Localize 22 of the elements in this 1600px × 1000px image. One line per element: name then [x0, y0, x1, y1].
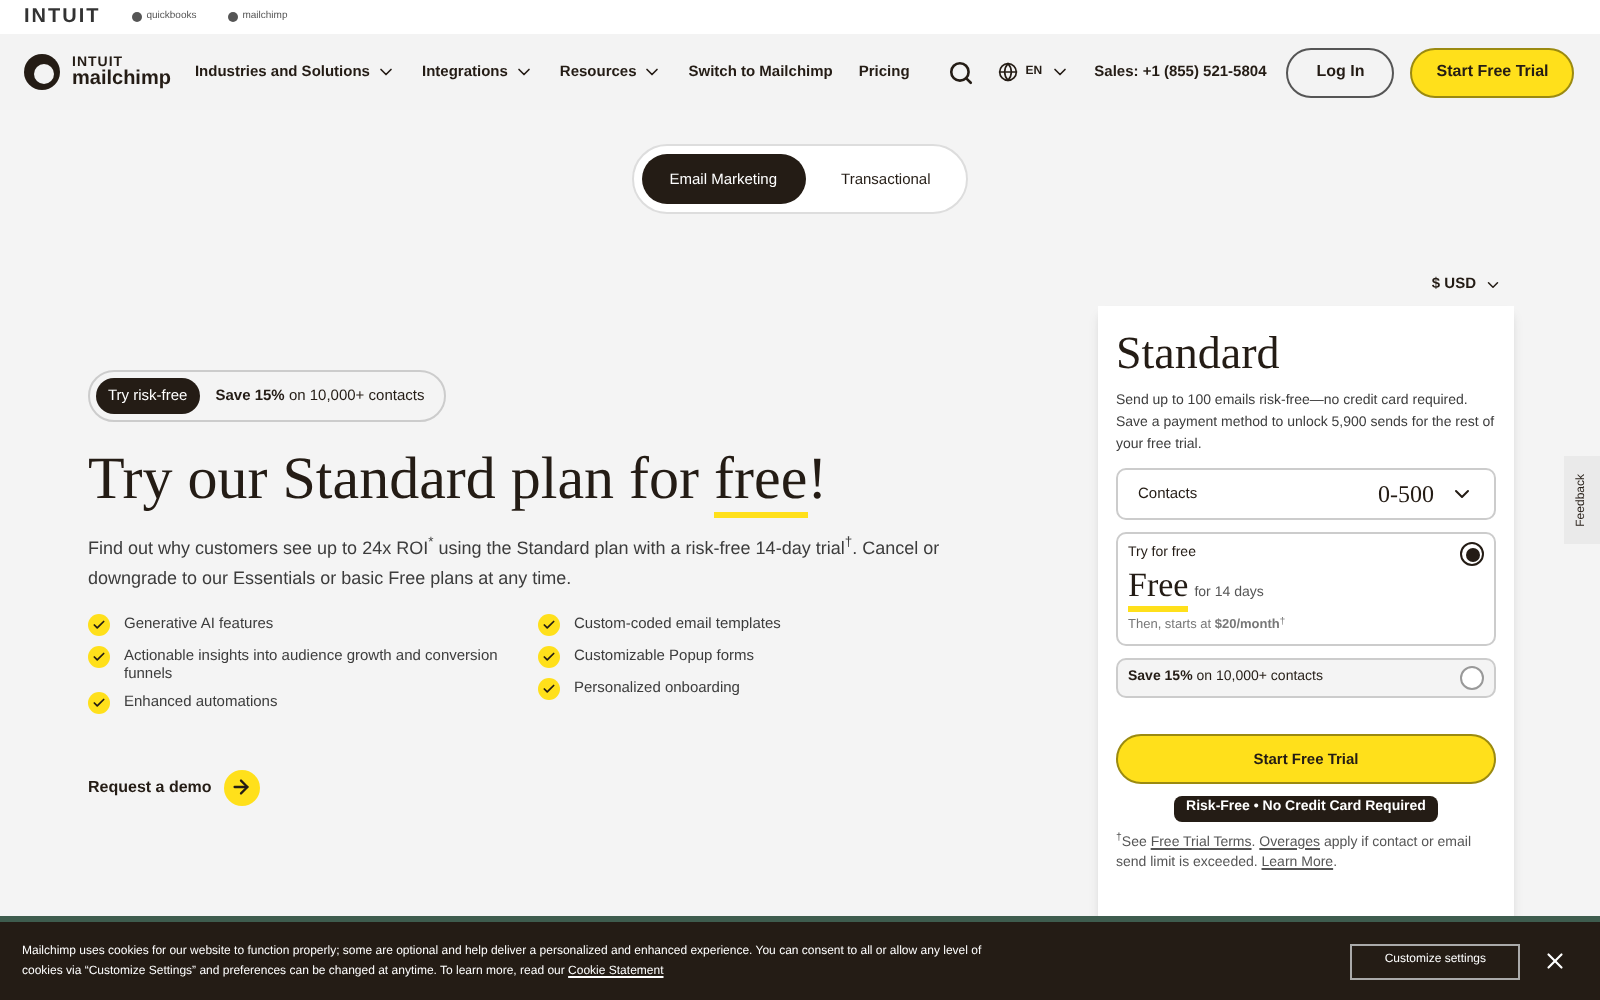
hero-description: Find out why customers see up to 24x ROI$^{*}$ using the Standard plan with a risk-free 14-day trial$^{†}$. Cancel or downgrade to our Essentials or basic Free plans at any time. — [88, 534, 942, 592]
plan-title: Standard — [1116, 326, 1282, 382]
close-icon[interactable] — [1542, 948, 1568, 974]
price: Free — [1128, 566, 1189, 612]
brand-icon — [228, 12, 239, 22]
start-trial-button[interactable]: Start Free Trial — [1410, 47, 1575, 97]
login-button[interactable]: Log In — [1286, 47, 1395, 97]
globe-icon — [997, 62, 1018, 82]
headline: Try our Standard plan for free! — [88, 441, 1080, 518]
check-icon — [88, 645, 110, 668]
check-icon — [538, 677, 560, 700]
check-icon — [88, 613, 110, 636]
check-icon — [538, 645, 560, 668]
search-icon[interactable] — [947, 59, 974, 85]
check-icon — [88, 691, 110, 714]
radio-button[interactable] — [1460, 665, 1484, 690]
logo-text: mailchimp — [72, 72, 171, 88]
radio-button[interactable] — [1460, 542, 1484, 566]
brand-icon — [132, 12, 143, 22]
request-demo-link[interactable]: Request a demo — [88, 769, 260, 806]
intuit-link[interactable]: INTUIT — [24, 2, 101, 32]
check-icon — [538, 613, 560, 636]
